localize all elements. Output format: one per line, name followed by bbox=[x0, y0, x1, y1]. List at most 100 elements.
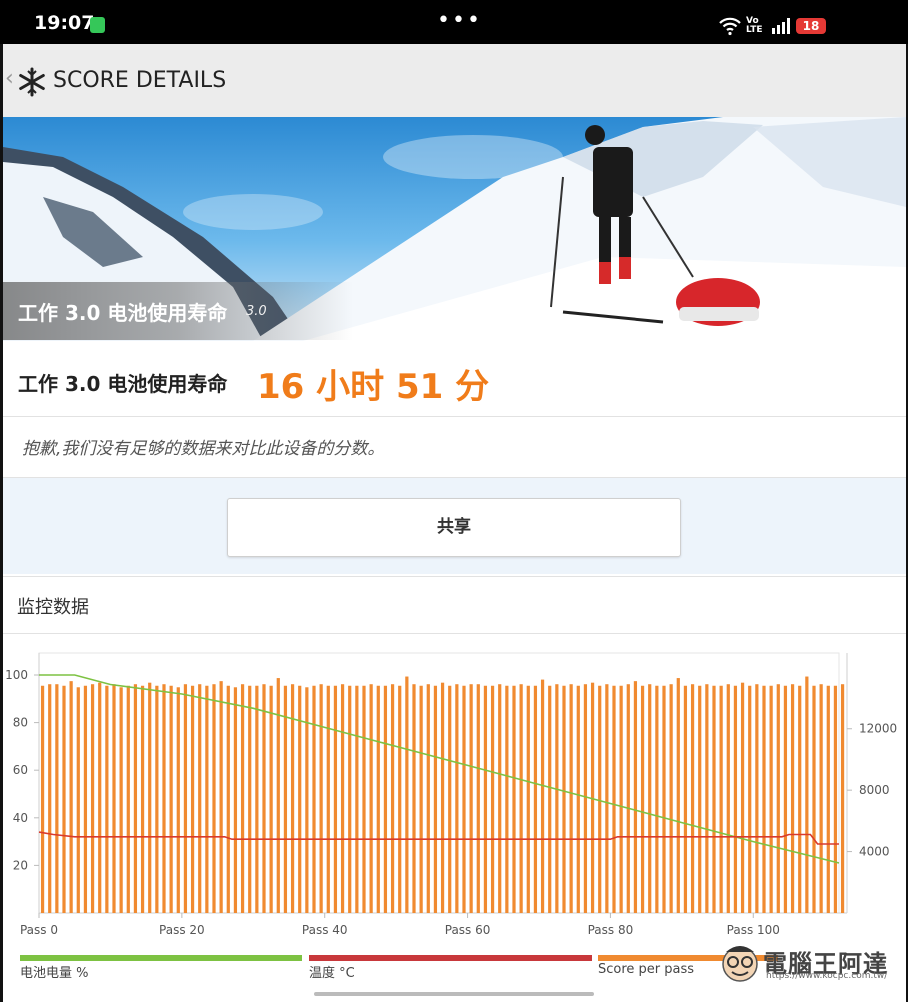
score-bar bbox=[112, 684, 116, 913]
score-bar bbox=[712, 685, 716, 913]
score-bar bbox=[790, 684, 795, 913]
left-tick-label: 100 bbox=[5, 668, 28, 682]
score-bar bbox=[490, 685, 495, 913]
score-bar bbox=[283, 685, 288, 913]
score-bar bbox=[398, 685, 402, 913]
plot-frame bbox=[38, 652, 840, 914]
score-bar bbox=[276, 678, 280, 913]
sled bbox=[676, 278, 760, 326]
score-bar bbox=[419, 685, 423, 913]
score-bar bbox=[333, 685, 338, 913]
score-bar bbox=[455, 684, 459, 913]
score-bar bbox=[840, 684, 845, 913]
score-bar bbox=[83, 685, 88, 913]
back-chevron-icon[interactable]: ‹ bbox=[5, 66, 14, 91]
legend-temperature-swatch bbox=[309, 955, 592, 961]
score-bar bbox=[519, 684, 523, 913]
right-tick-label: 8000 bbox=[859, 783, 890, 797]
score-bar bbox=[505, 685, 509, 913]
score-bar bbox=[662, 685, 666, 913]
score-bar bbox=[62, 685, 66, 913]
score-bar bbox=[633, 681, 638, 913]
share-button[interactable]: 共享 bbox=[227, 498, 681, 557]
score-bar bbox=[248, 685, 252, 913]
right-tick-label: 12000 bbox=[859, 722, 897, 736]
score-bar bbox=[669, 684, 673, 913]
score-bar bbox=[526, 685, 530, 913]
score-bar bbox=[205, 685, 209, 913]
status-bar: 19:07 ••• Vo LTE 18 bbox=[0, 0, 908, 44]
score-bar bbox=[755, 684, 759, 913]
score-bar bbox=[640, 685, 645, 913]
score-bar bbox=[369, 684, 373, 913]
page-title: SCORE DETAILS bbox=[53, 68, 227, 93]
score-bar bbox=[433, 685, 438, 913]
score-bar bbox=[676, 678, 680, 913]
score-bar bbox=[426, 684, 430, 913]
watermark-url: https://www.kocpc.com.tw/ bbox=[766, 971, 888, 981]
score-bar bbox=[269, 685, 273, 913]
monitoring-title: 监控数据 bbox=[17, 597, 89, 618]
score-bar bbox=[683, 685, 688, 913]
left-tick-label: 80 bbox=[13, 716, 28, 730]
x-tick-label: Pass 20 bbox=[159, 923, 205, 937]
score-bar bbox=[748, 685, 752, 913]
score-bar bbox=[140, 685, 145, 913]
score-bar bbox=[812, 685, 816, 913]
score-value: 16 小时 51 分 bbox=[257, 367, 490, 407]
score-bar bbox=[340, 684, 345, 913]
score-bar bbox=[833, 685, 838, 913]
score-bar bbox=[176, 687, 180, 913]
more-dots-icon[interactable]: ••• bbox=[437, 8, 482, 33]
home-indicator[interactable] bbox=[314, 992, 594, 996]
score-bar bbox=[348, 685, 352, 913]
score-bar bbox=[390, 684, 395, 913]
status-time: 19:07 bbox=[34, 12, 95, 34]
score-bar bbox=[48, 684, 52, 913]
score-bar bbox=[326, 685, 330, 913]
score-bar bbox=[548, 685, 552, 913]
score-bar bbox=[305, 687, 309, 913]
score-bar bbox=[219, 681, 223, 913]
score-bar bbox=[98, 682, 102, 913]
score-bar bbox=[462, 685, 466, 913]
score-bar bbox=[312, 685, 316, 913]
score-bar bbox=[155, 685, 159, 913]
score-bar bbox=[605, 684, 609, 913]
score-bar bbox=[819, 684, 823, 913]
score-bar bbox=[576, 685, 580, 913]
x-tick-label: Pass 60 bbox=[445, 923, 491, 937]
monitoring-chart: 100 80 60 40 20 12000 8000 4000 Pass 0 Pass 20 Pas… bbox=[5, 652, 897, 937]
score-bar bbox=[569, 684, 573, 913]
score-bar bbox=[598, 685, 602, 913]
score-bar bbox=[690, 684, 695, 913]
score-bar bbox=[705, 684, 709, 913]
score-bar bbox=[133, 684, 138, 913]
score-bar bbox=[148, 682, 152, 913]
score-bar bbox=[212, 684, 216, 913]
score-bar bbox=[190, 685, 195, 913]
snowflake-logo-icon bbox=[19, 67, 45, 97]
score-bar bbox=[240, 684, 245, 913]
score-bar bbox=[619, 685, 623, 913]
left-tick-label: 60 bbox=[13, 763, 28, 777]
watermark-mascot-icon bbox=[722, 946, 758, 982]
score-bar bbox=[769, 685, 773, 913]
legend-battery-label: 电池电量 % bbox=[20, 966, 89, 981]
frame-left-edge bbox=[0, 44, 3, 1002]
comparison-note-text: 抱歉,我们没有足够的数据来对比此设备的分数。 bbox=[22, 439, 385, 459]
score-bar bbox=[198, 684, 202, 913]
legend-battery-swatch bbox=[20, 955, 302, 961]
score-bar bbox=[476, 684, 480, 913]
score-bar bbox=[719, 685, 723, 913]
legend-temperature-label: 温度 °C bbox=[309, 966, 355, 981]
score-label: 工作 3.0 电池使用寿命 bbox=[18, 372, 228, 396]
score-bar bbox=[262, 684, 266, 913]
score-bar bbox=[740, 682, 745, 913]
score-bar bbox=[483, 685, 488, 913]
score-bar bbox=[655, 685, 659, 913]
score-bar bbox=[40, 685, 45, 913]
chat-app-icon bbox=[90, 17, 105, 33]
score-bar bbox=[233, 687, 238, 913]
score-bar bbox=[255, 685, 259, 913]
